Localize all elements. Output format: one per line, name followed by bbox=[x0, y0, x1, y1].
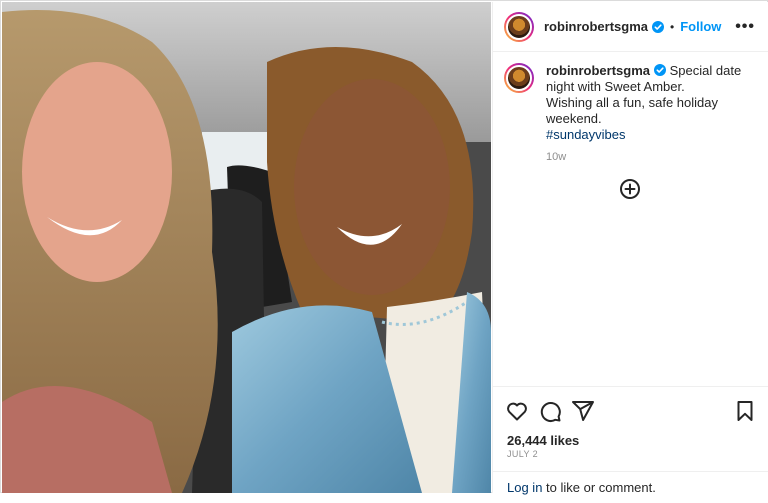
time-ago[interactable]: 10w bbox=[546, 149, 759, 165]
login-prompt: Log in to like or comment. bbox=[493, 471, 768, 503]
action-icons bbox=[505, 399, 757, 423]
more-options-icon[interactable]: ••• bbox=[735, 18, 755, 36]
post-header: robinrobertsgma • Follow ••• bbox=[493, 2, 768, 52]
caption-text-2: Wishing all a fun, safe holiday weekend. bbox=[546, 95, 718, 126]
post-date: JULY 2 bbox=[507, 449, 539, 459]
separator-dot: • bbox=[670, 19, 675, 34]
post-photo[interactable] bbox=[2, 2, 491, 493]
verified-badge-icon bbox=[652, 20, 665, 33]
caption: robinrobertsgma Special date night with … bbox=[504, 63, 759, 165]
heart-icon[interactable] bbox=[505, 399, 529, 423]
action-bar: 26,444 likes JULY 2 Log in to like or co… bbox=[493, 386, 768, 495]
follow-button[interactable]: Follow bbox=[680, 19, 721, 34]
add-comment-icon[interactable] bbox=[619, 178, 641, 200]
bookmark-icon[interactable] bbox=[733, 399, 757, 423]
likes-count[interactable]: 26,444 likes bbox=[507, 433, 579, 448]
verified-badge-icon bbox=[654, 64, 667, 76]
caption-avatar[interactable] bbox=[504, 63, 534, 93]
hashtag-link[interactable]: #sundayvibes bbox=[546, 127, 759, 143]
selfie-image bbox=[2, 2, 491, 493]
share-icon[interactable] bbox=[571, 399, 595, 423]
caption-username[interactable]: robinrobertsgma bbox=[546, 63, 650, 78]
caption-body: robinrobertsgma Special date night with … bbox=[546, 63, 759, 165]
instagram-embed: robinrobertsgma • Follow ••• robinrobert… bbox=[0, 0, 768, 495]
post-side-panel: robinrobertsgma • Follow ••• robinrobert… bbox=[492, 2, 768, 495]
comment-icon[interactable] bbox=[538, 399, 562, 423]
avatar[interactable] bbox=[504, 11, 534, 42]
avatar-image bbox=[506, 13, 532, 40]
username-link[interactable]: robinrobertsgma bbox=[544, 19, 648, 34]
avatar-image bbox=[506, 65, 532, 91]
